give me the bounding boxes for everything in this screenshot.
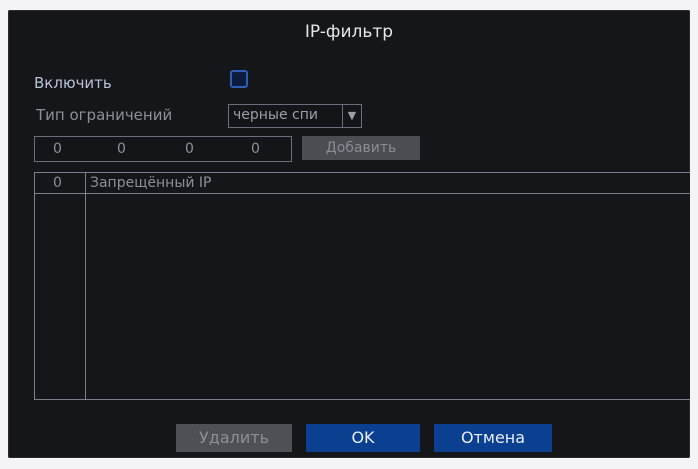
ip-octet-4[interactable]: 0 [251,141,260,157]
column-divider [85,173,86,399]
column-header-index: 0 [53,175,62,191]
restriction-type-label: Тип ограничений [36,106,173,124]
ok-button[interactable]: OK [306,424,420,452]
blocked-ip-table: 0 Запрещённый IP [34,172,690,400]
ip-filter-dialog: IP-фильтр Включить Тип ограничений черны… [8,10,690,458]
enable-checkbox[interactable] [230,70,248,88]
enable-label: Включить [34,74,112,92]
chevron-down-icon[interactable]: ▼ [342,105,361,127]
add-button[interactable]: Добавить [302,136,420,160]
restriction-type-select[interactable]: черные спи ▼ [228,104,362,128]
ip-octet-1[interactable]: 0 [53,141,62,157]
dialog-title: IP-фильтр [304,22,394,42]
ip-octet-3[interactable]: 0 [185,141,194,157]
column-header-blocked-ip: Запрещённый IP [90,175,212,191]
cancel-button[interactable]: Отмена [434,424,552,452]
table-header: 0 Запрещённый IP [35,173,690,194]
delete-button[interactable]: Удалить [176,424,292,452]
restriction-type-value: черные спи [233,107,318,123]
ip-octet-2[interactable]: 0 [117,141,126,157]
ip-address-input[interactable]: 0 0 0 0 [34,136,292,162]
